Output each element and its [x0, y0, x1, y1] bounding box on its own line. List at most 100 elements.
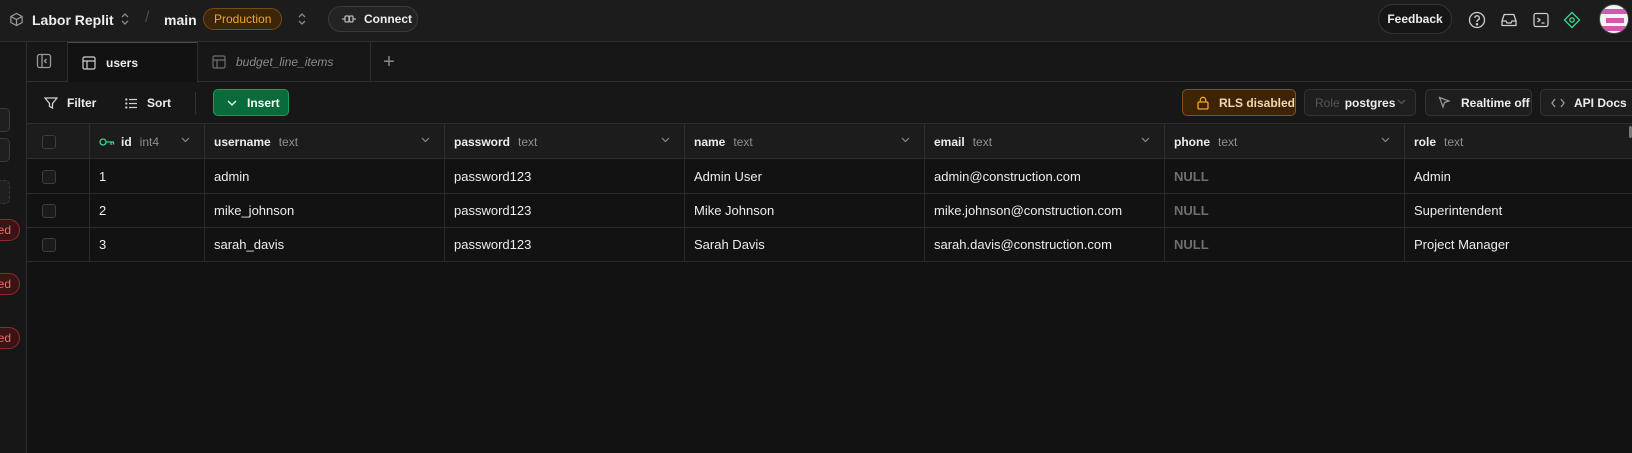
lock-open-icon	[1197, 96, 1209, 110]
chevron-down-icon[interactable]	[1381, 137, 1390, 143]
chevron-down-icon	[227, 100, 237, 106]
table-cell[interactable]: Mike Johnson	[685, 193, 925, 228]
row-select-cell	[27, 227, 90, 262]
table-grid: id int4 username text password text name…	[27, 124, 1632, 453]
table-cell[interactable]: mike_johnson	[205, 193, 445, 228]
add-tab-plus-icon[interactable]: +	[379, 52, 399, 72]
column-type: int4	[139, 134, 160, 149]
table-cell-null[interactable]: NULL	[1165, 193, 1405, 228]
sort-list-icon	[125, 97, 137, 109]
table-cell[interactable]: Project Manager	[1405, 227, 1632, 262]
table-row[interactable]: 1 admin password123 Admin User admin@con…	[27, 159, 1632, 194]
column-header-role[interactable]: role text	[1405, 124, 1632, 159]
column-name: name	[694, 134, 726, 149]
table-cell[interactable]: Superintendent	[1405, 193, 1632, 228]
row-checkbox[interactable]	[42, 203, 56, 218]
sidebar-status-badge: ed	[0, 273, 20, 295]
table-header-row: id int4 username text password text name…	[27, 124, 1632, 159]
table-row[interactable]: 3 sarah_davis password123 Sarah Davis sa…	[27, 227, 1632, 262]
terminal-icon[interactable]	[1532, 11, 1550, 29]
realtime-toggle-button[interactable]: Realtime off	[1425, 89, 1532, 116]
role-value: postgres	[1344, 95, 1396, 110]
cursor-click-icon	[1438, 96, 1451, 109]
table-cell[interactable]: mike.johnson@construction.com	[925, 193, 1165, 228]
row-checkbox[interactable]	[42, 169, 56, 184]
table-row[interactable]: 2 mike_johnson password123 Mike Johnson …	[27, 193, 1632, 228]
help-icon[interactable]	[1468, 11, 1486, 29]
toolbar-divider	[195, 92, 196, 114]
api-docs-label: API Docs	[1574, 95, 1627, 110]
table-cell-null[interactable]: NULL	[1165, 227, 1405, 262]
table-cell[interactable]: sarah_davis	[205, 227, 445, 262]
column-type: text	[733, 134, 753, 149]
row-checkbox[interactable]	[42, 237, 56, 252]
api-docs-button[interactable]: API Docs	[1540, 89, 1632, 116]
chevron-down-icon[interactable]	[181, 137, 190, 143]
table-cell[interactable]: sarah.davis@construction.com	[925, 227, 1165, 262]
insert-button[interactable]: Insert	[213, 89, 289, 116]
breadcrumb-separator: /	[145, 9, 150, 26]
sidebar-control[interactable]	[0, 138, 10, 162]
connect-button[interactable]: Connect	[328, 6, 418, 32]
column-name: password	[454, 134, 511, 149]
role-selector[interactable]: Role postgres	[1304, 89, 1416, 116]
sidebar-status-badge: ed	[0, 327, 20, 349]
assistant-icon[interactable]	[1563, 11, 1581, 29]
column-type: text	[518, 134, 538, 149]
filter-button[interactable]: Filter	[44, 90, 96, 116]
table-cell[interactable]: 3	[90, 227, 205, 262]
column-header-password[interactable]: password text	[445, 124, 685, 159]
feedback-button[interactable]: Feedback	[1378, 4, 1452, 34]
chevron-down-icon[interactable]	[421, 137, 430, 143]
table-cell[interactable]: admin@construction.com	[925, 159, 1165, 194]
column-name: email	[934, 134, 965, 149]
table-cell[interactable]: password123	[445, 193, 685, 228]
column-header-email[interactable]: email text	[925, 124, 1165, 159]
sidebar-dropdown[interactable]	[0, 180, 10, 204]
branch-name[interactable]: main	[164, 10, 197, 30]
filter-label: Filter	[67, 96, 97, 110]
sidebar-control[interactable]	[0, 108, 10, 132]
table-cell[interactable]: admin	[205, 159, 445, 194]
inbox-icon[interactable]	[1500, 11, 1518, 29]
insert-label: Insert	[247, 95, 280, 110]
tab-label: users	[106, 55, 139, 70]
table-cell[interactable]: 1	[90, 159, 205, 194]
rls-disabled-button[interactable]: RLS disabled	[1182, 89, 1296, 116]
role-label: Role	[1315, 95, 1340, 110]
project-cube-icon	[9, 11, 25, 27]
column-header-username[interactable]: username text	[205, 124, 445, 159]
chevron-down-icon[interactable]	[1141, 137, 1150, 143]
branch-switcher-chevron-icon[interactable]	[297, 12, 307, 26]
chevron-down-icon[interactable]	[901, 137, 910, 143]
select-all-checkbox[interactable]	[42, 134, 56, 149]
table-cell-null[interactable]: NULL	[1165, 159, 1405, 194]
table-cell[interactable]: Admin	[1405, 159, 1632, 194]
row-select-cell	[27, 193, 90, 228]
sidebar-toggle-icon[interactable]	[36, 53, 52, 69]
tab-budget-line-items[interactable]: budget_line_items	[198, 42, 371, 82]
table-toolbar: Filter Sort Insert RLS disabled Role pos…	[27, 82, 1632, 124]
project-switcher-chevron-icon[interactable]	[120, 12, 130, 26]
table-cell[interactable]: Sarah Davis	[685, 227, 925, 262]
user-avatar[interactable]	[1599, 4, 1629, 34]
column-header-name[interactable]: name text	[685, 124, 925, 159]
environment-badge: Production	[203, 8, 283, 30]
filter-icon	[44, 97, 58, 109]
row-select-cell	[27, 159, 90, 194]
sidebar-status-badge: ed	[0, 219, 20, 241]
column-name: id	[121, 134, 132, 149]
column-header-id[interactable]: id int4	[90, 124, 205, 159]
column-type: text	[1444, 134, 1464, 149]
code-icon	[1551, 98, 1565, 107]
connect-label: Connect	[364, 12, 412, 26]
sort-button[interactable]: Sort	[125, 90, 171, 116]
table-cell[interactable]: password123	[445, 227, 685, 262]
tab-users[interactable]: users	[67, 42, 198, 82]
chevron-down-icon[interactable]	[661, 137, 670, 143]
table-cell[interactable]: 2	[90, 193, 205, 228]
table-cell[interactable]: Admin User	[685, 159, 925, 194]
project-name[interactable]: Labor Replit	[32, 10, 114, 30]
column-header-phone[interactable]: phone text	[1165, 124, 1405, 159]
table-cell[interactable]: password123	[445, 159, 685, 194]
